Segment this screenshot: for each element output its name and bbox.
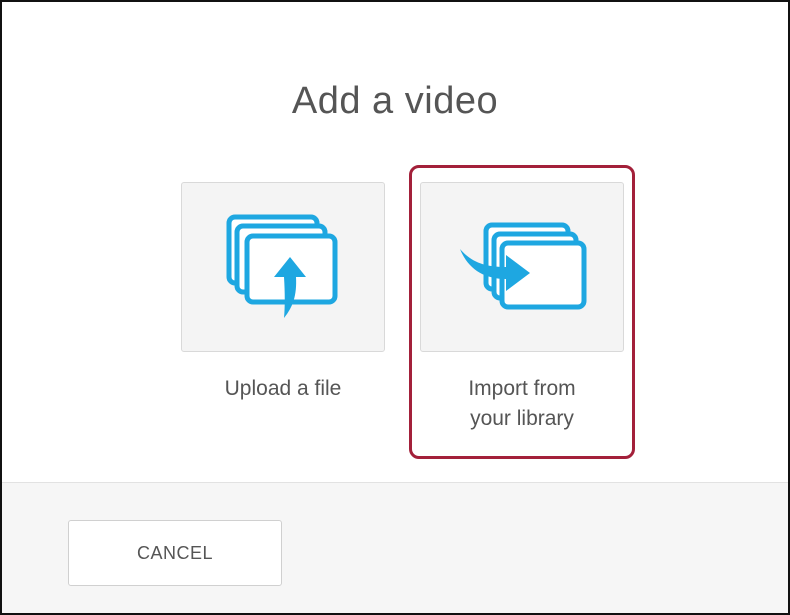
- add-video-dialog: Add a video Upload a file Import from yo…: [0, 0, 790, 615]
- cancel-button[interactable]: CANCEL: [68, 520, 282, 586]
- import-library-tile[interactable]: [420, 182, 624, 352]
- upload-file-tile[interactable]: [181, 182, 385, 352]
- upload-file-icon: [226, 214, 338, 318]
- import-library-option[interactable]: Import from your library: [420, 182, 624, 434]
- import-library-icon: [460, 222, 587, 310]
- upload-file-label: Upload a file: [224, 377, 342, 400]
- import-library-label: Import from your library: [468, 377, 576, 430]
- dialog-title: Add a video: [291, 80, 499, 122]
- upload-file-option[interactable]: Upload a file: [181, 182, 385, 404]
- dialog-footer: CANCEL: [2, 482, 788, 613]
- dialog-body: Add a video Upload a file Import from yo…: [2, 2, 788, 482]
